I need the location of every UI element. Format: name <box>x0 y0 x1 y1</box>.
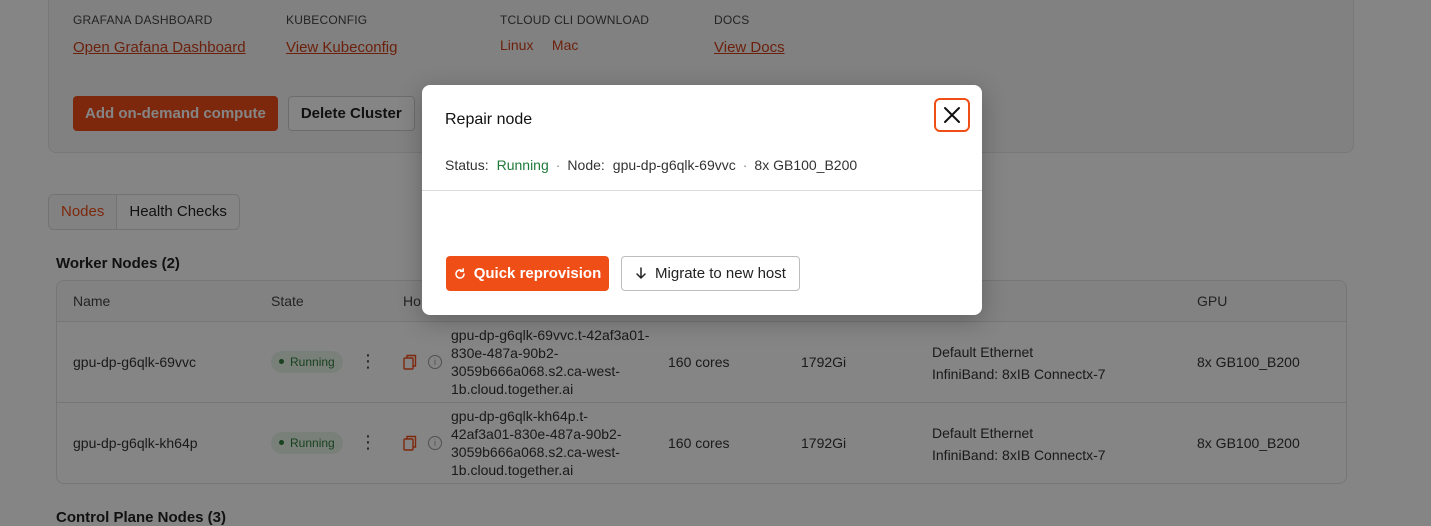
separator-dot: · <box>555 157 561 173</box>
gpu-value: 8x GB100_B200 <box>754 157 858 173</box>
migrate-to-new-host-button[interactable]: Migrate to new host <box>621 256 800 291</box>
migrate-label: Migrate to new host <box>655 265 786 282</box>
quick-reprovision-button[interactable]: Quick reprovision <box>446 256 609 291</box>
quick-reprovision-label: Quick reprovision <box>473 265 602 282</box>
close-icon <box>944 107 960 123</box>
status-label: Status: <box>445 157 489 173</box>
node-value: gpu-dp-g6qlk-69vvc <box>612 157 736 173</box>
refresh-icon <box>454 267 465 279</box>
close-dialog-button[interactable] <box>934 98 970 132</box>
separator-dot: · <box>742 157 748 173</box>
dialog-divider <box>422 190 982 191</box>
status-value: Running <box>496 157 549 173</box>
dialog-title: Repair node <box>445 111 533 128</box>
node-label: Node: <box>567 157 605 173</box>
arrow-down-icon <box>636 267 646 279</box>
repair-node-dialog: Repair node Status: Running · Node: gpu-dp-g… <box>422 85 982 315</box>
node-status-line: Status: Running · Node: gpu-dp-g6qlk-69vvc · 8… <box>445 157 857 173</box>
